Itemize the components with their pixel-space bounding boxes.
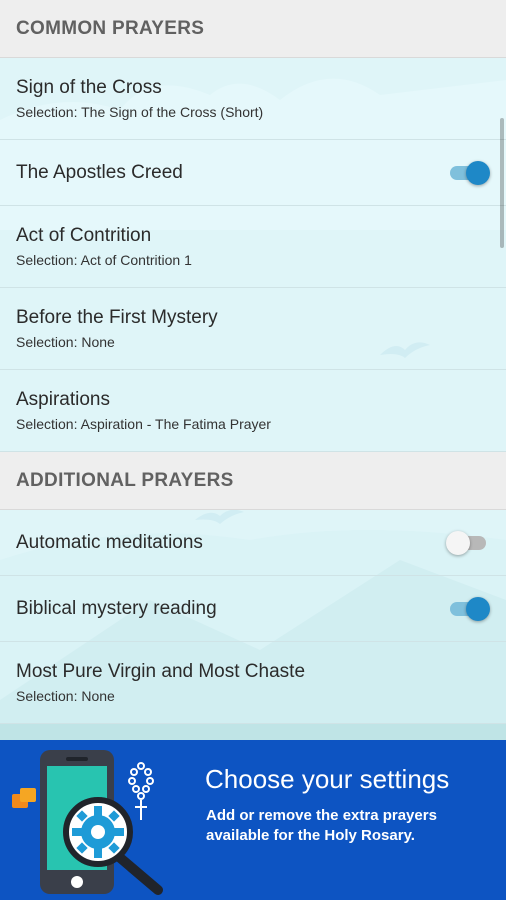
setting-selection: Selection: None xyxy=(16,688,115,704)
phone-gear-magnifier-rosary-icon xyxy=(12,750,163,895)
setting-title: Aspirations xyxy=(16,389,110,410)
section-header-additional-prayers: ADDITIONAL PRAYERS xyxy=(0,452,506,510)
settings-list: COMMON PRAYERS Sign of the Cross Selecti… xyxy=(0,0,506,740)
setting-title: Sign of the Cross xyxy=(16,77,162,98)
banner-title: Choose your settings xyxy=(205,764,450,794)
banner-description: Add or remove the extra prayers availabl… xyxy=(206,807,437,844)
section-header-common-prayers: COMMON PRAYERS xyxy=(0,0,506,58)
setting-most-pure-virgin[interactable]: Most Pure Virgin and Most Chaste Selecti… xyxy=(0,642,506,724)
setting-selection: Selection: Act of Contrition 1 xyxy=(16,252,192,268)
setting-selection: Selection: None xyxy=(16,334,115,350)
automatic-meditations-toggle[interactable] xyxy=(446,530,486,555)
setting-automatic-meditations[interactable]: Automatic meditations xyxy=(0,510,506,576)
setting-title: Biblical mystery reading xyxy=(16,597,217,619)
promo-banner: Choose your settings Add or remove the e… xyxy=(0,740,506,900)
setting-title: Act of Contrition xyxy=(16,225,152,246)
setting-aspirations[interactable]: Aspirations Selection: Aspiration - The … xyxy=(0,370,506,452)
apostles-creed-toggle[interactable] xyxy=(450,160,490,185)
setting-biblical-mystery-reading[interactable]: Biblical mystery reading xyxy=(0,576,506,642)
toggle-knob xyxy=(466,160,490,185)
setting-title: Most Pure Virgin and Most Chaste xyxy=(16,661,306,682)
setting-selection: Selection: Aspiration - The Fatima Praye… xyxy=(16,416,271,432)
setting-act-of-contrition[interactable]: Act of Contrition Selection: Act of Cont… xyxy=(0,206,506,288)
toggle-knob xyxy=(466,596,490,621)
setting-title: Automatic meditations xyxy=(16,531,203,553)
setting-before-first-mystery[interactable]: Before the First Mystery Selection: None xyxy=(0,288,506,370)
scrollbar[interactable] xyxy=(500,118,504,248)
setting-apostles-creed[interactable]: The Apostles Creed xyxy=(0,140,506,206)
setting-title: Before the First Mystery xyxy=(16,307,218,328)
setting-sign-of-the-cross[interactable]: Sign of the Cross Selection: The Sign of… xyxy=(0,58,506,140)
setting-title: The Apostles Creed xyxy=(16,161,183,183)
biblical-mystery-reading-toggle[interactable] xyxy=(450,596,490,621)
toggle-knob xyxy=(446,530,470,555)
setting-selection: Selection: The Sign of the Cross (Short) xyxy=(16,104,264,120)
